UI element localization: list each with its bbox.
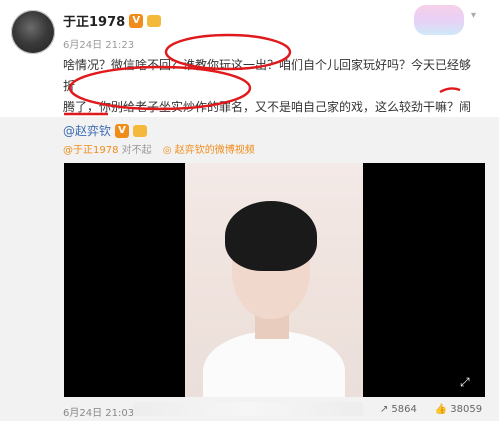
annotation-circle bbox=[68, 65, 252, 111]
annotation-underline bbox=[439, 87, 461, 94]
annotation-circle bbox=[164, 33, 292, 71]
annotation-overlay bbox=[64, 33, 461, 116]
